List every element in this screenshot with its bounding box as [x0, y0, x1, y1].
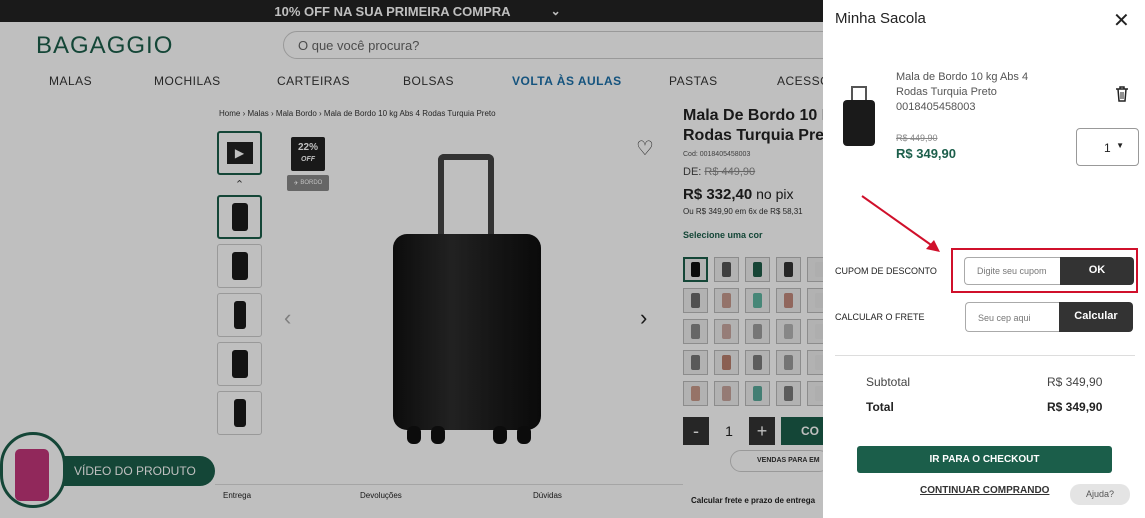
cep-input[interactable]: Seu cep aqui [965, 302, 1059, 332]
shipping-label: CALCULAR O FRETE [835, 312, 925, 322]
subtotal-label: Subtotal [866, 375, 911, 389]
cart-item-price: R$ 349,90 [896, 146, 956, 161]
caret-down-icon: ▼ [1116, 141, 1124, 150]
coupon-label: CUPOM DE DESCONTO [835, 266, 937, 276]
calculate-button[interactable]: Calcular [1059, 302, 1133, 332]
total-value: R$ 349,90 [1047, 400, 1103, 414]
cart-quantity-select[interactable]: 1 ▼ [1076, 128, 1139, 166]
cart-item-image [843, 86, 875, 148]
trash-icon[interactable] [1115, 86, 1129, 105]
overlay[interactable] [0, 22, 823, 518]
overlay[interactable] [0, 0, 823, 22]
shipping-row: CALCULAR O FRETE Seu cep aqui Calcular [823, 300, 1145, 334]
total-label: Total [866, 400, 894, 414]
cart-item-name[interactable]: Mala de Bordo 10 kg Abs 4 Rodas Turquia … [896, 70, 1056, 115]
cart-item-old-price: R$ 449,90 [896, 133, 938, 143]
close-icon[interactable]: ✕ [1113, 8, 1130, 33]
checkout-button[interactable]: IR PARA O CHECKOUT [857, 446, 1112, 473]
subtotal-value: R$ 349,90 [1047, 375, 1103, 389]
page: 10% OFF NA SUA PRIMEIRA COMPRA ⌄ BAGAGGI… [0, 0, 1145, 518]
cart-quantity-value: 1 [1104, 141, 1111, 155]
divider [835, 355, 1135, 356]
coupon-ok-button[interactable]: OK [1060, 257, 1134, 285]
continue-shopping-link[interactable]: CONTINUAR COMPRANDO [920, 485, 1049, 496]
coupon-row: CUPOM DE DESCONTO Digite seu cupom OK [823, 248, 1145, 293]
help-button[interactable]: Ajuda? [1070, 484, 1130, 505]
coupon-input[interactable]: Digite seu cupom [964, 257, 1060, 285]
cart-title: Minha Sacola [835, 10, 926, 27]
